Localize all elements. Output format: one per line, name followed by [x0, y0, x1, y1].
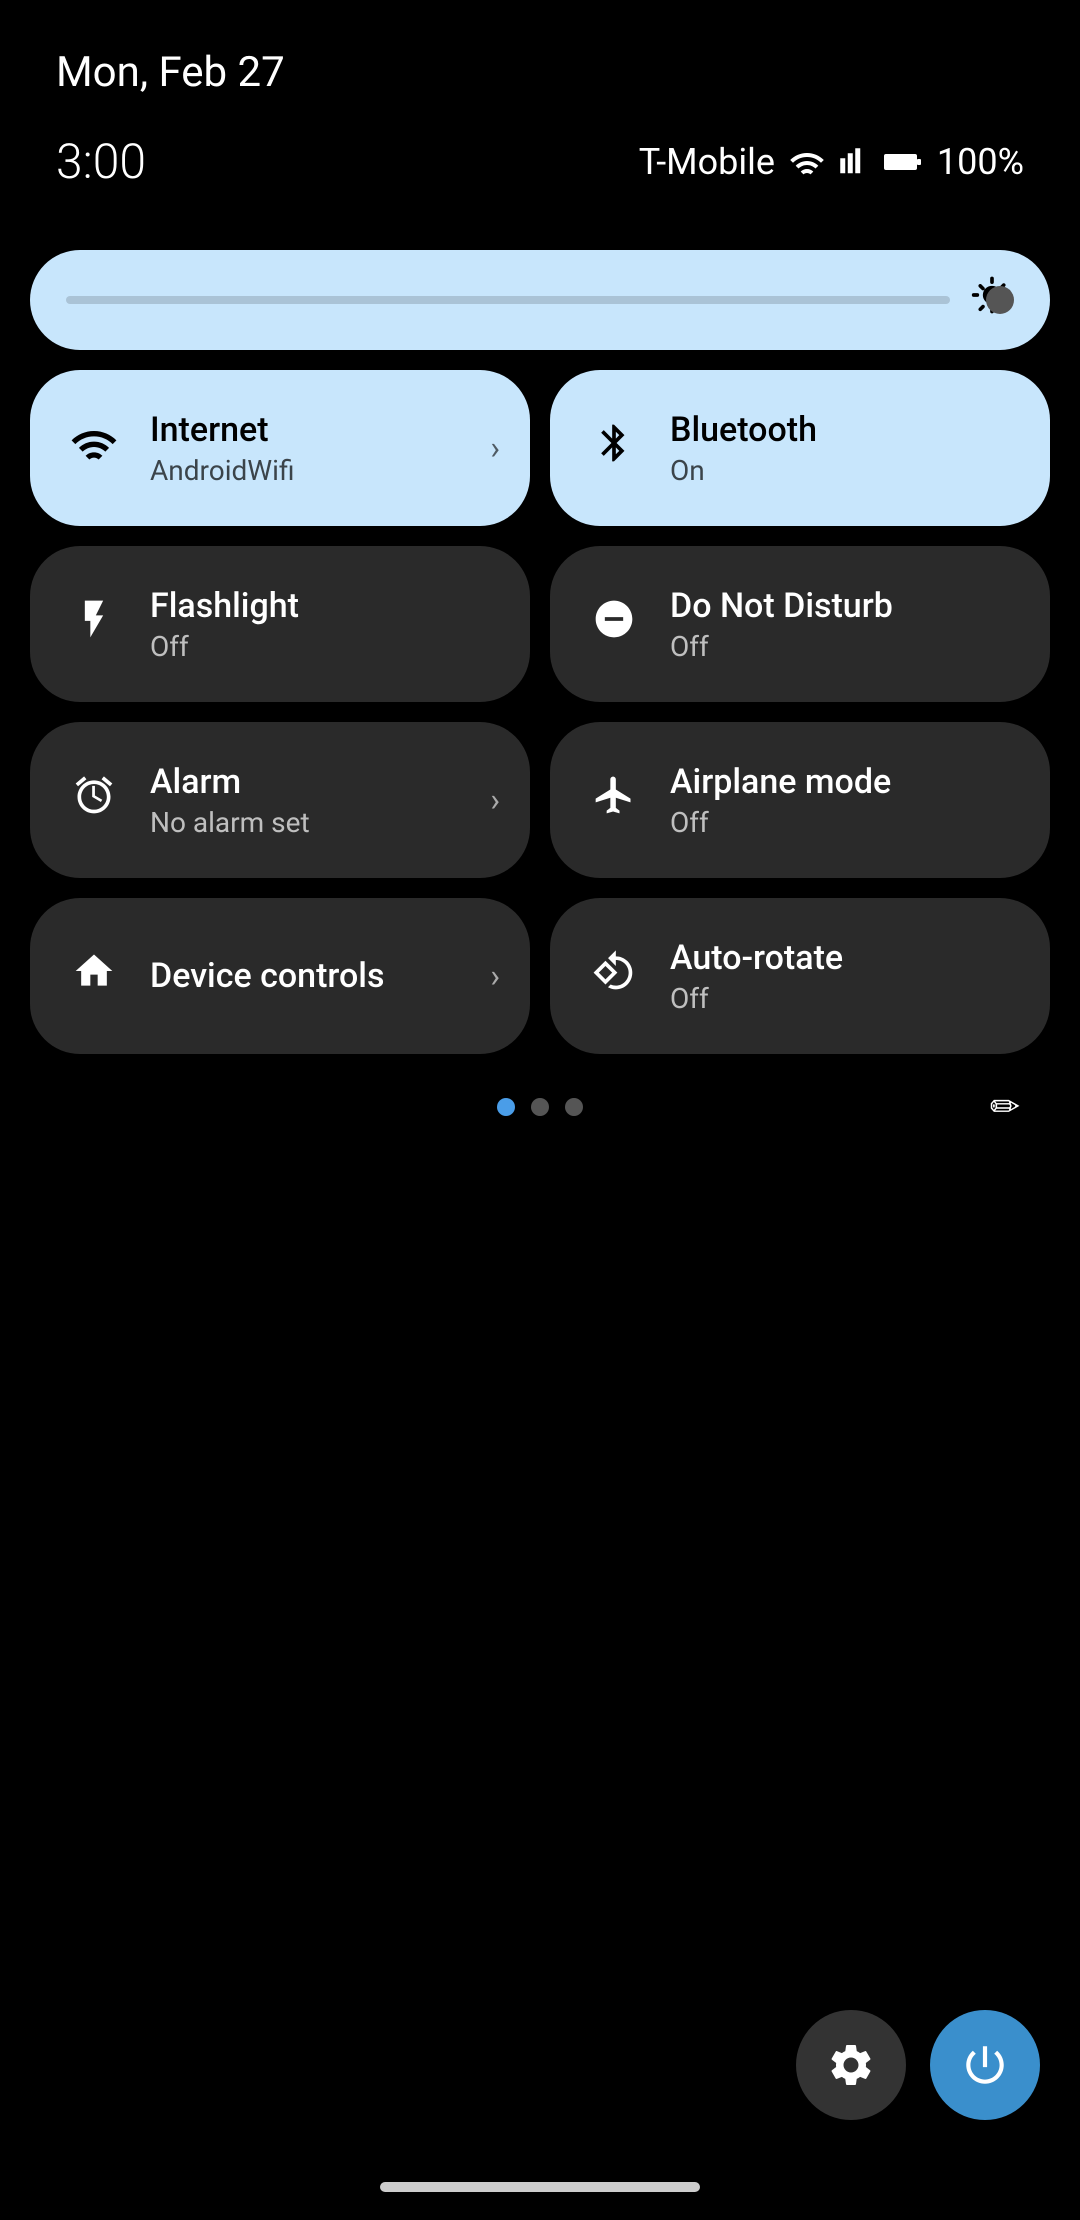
dnd-subtitle: Off	[670, 630, 893, 663]
tile-internet[interactable]: Internet AndroidWifi ›	[30, 370, 530, 526]
clock-time: 3:00	[56, 133, 146, 190]
flashlight-title: Flashlight	[150, 586, 299, 626]
tile-auto-rotate[interactable]: Auto-rotate Off	[550, 898, 1050, 1054]
device-controls-arrow-icon: ›	[490, 957, 500, 995]
quick-settings-panel: Internet AndroidWifi › Bluetooth On	[0, 250, 1080, 1116]
home-icon	[66, 949, 122, 1004]
settings-button[interactable]	[796, 2010, 906, 2120]
brightness-slider[interactable]	[66, 296, 950, 304]
dnd-text: Do Not Disturb Off	[670, 586, 893, 663]
internet-text: Internet AndroidWifi	[150, 410, 294, 487]
airplane-title: Airplane mode	[670, 762, 891, 802]
airplane-icon	[586, 773, 642, 828]
tile-bluetooth[interactable]: Bluetooth On	[550, 370, 1050, 526]
page-dot-2	[531, 1098, 549, 1116]
auto-rotate-text: Auto-rotate Off	[670, 938, 843, 1015]
auto-rotate-subtitle: Off	[670, 982, 843, 1015]
page-dot-3	[565, 1098, 583, 1116]
battery-status-icon	[883, 150, 923, 174]
bluetooth-text: Bluetooth On	[670, 410, 817, 487]
status-bar: Mon, Feb 27	[0, 0, 1080, 113]
rotate-icon	[586, 949, 642, 1004]
alarm-subtitle: No alarm set	[150, 806, 310, 839]
airplane-subtitle: Off	[670, 806, 891, 839]
tile-alarm[interactable]: Alarm No alarm set ›	[30, 722, 530, 878]
brightness-handle[interactable]	[986, 286, 1014, 314]
internet-arrow-icon: ›	[490, 429, 500, 467]
dnd-title: Do Not Disturb	[670, 586, 893, 626]
internet-title: Internet	[150, 410, 294, 450]
device-controls-text: Device controls	[150, 956, 384, 996]
device-controls-title: Device controls	[150, 956, 384, 996]
flashlight-icon	[66, 597, 122, 652]
carrier-name: T-Mobile	[639, 141, 775, 183]
nav-bar	[380, 2182, 700, 2192]
tile-dnd[interactable]: Do Not Disturb Off	[550, 546, 1050, 702]
internet-subtitle: AndroidWifi	[150, 454, 294, 487]
signal-status-icon	[839, 147, 869, 177]
edit-button[interactable]: ✏	[990, 1086, 1020, 1128]
alarm-icon	[66, 773, 122, 828]
tiles-grid: Internet AndroidWifi › Bluetooth On	[30, 370, 1050, 1054]
bluetooth-subtitle: On	[670, 454, 817, 487]
page-dot-1	[497, 1098, 515, 1116]
auto-rotate-title: Auto-rotate	[670, 938, 843, 978]
tile-device-controls[interactable]: Device controls ›	[30, 898, 530, 1054]
tile-flashlight[interactable]: Flashlight Off	[30, 546, 530, 702]
airplane-text: Airplane mode Off	[670, 762, 891, 839]
status-date: Mon, Feb 27	[56, 48, 285, 97]
flashlight-subtitle: Off	[150, 630, 299, 663]
alarm-arrow-icon: ›	[490, 781, 500, 819]
time-row: 3:00 T-Mobile 100%	[0, 113, 1080, 250]
brightness-row[interactable]	[30, 250, 1050, 350]
wifi-icon	[66, 422, 122, 474]
power-button[interactable]	[930, 2010, 1040, 2120]
bottom-buttons	[796, 2010, 1040, 2120]
tile-airplane[interactable]: Airplane mode Off	[550, 722, 1050, 878]
bluetooth-icon	[586, 421, 642, 476]
dnd-icon	[586, 597, 642, 652]
wifi-status-icon	[789, 147, 825, 177]
bluetooth-title: Bluetooth	[670, 410, 817, 450]
alarm-text: Alarm No alarm set	[150, 762, 310, 839]
alarm-title: Alarm	[150, 762, 310, 802]
page-indicators: ✏	[30, 1098, 1050, 1116]
carrier-info: T-Mobile 100%	[639, 141, 1024, 183]
flashlight-text: Flashlight Off	[150, 586, 299, 663]
battery-percent: 100%	[937, 141, 1024, 183]
